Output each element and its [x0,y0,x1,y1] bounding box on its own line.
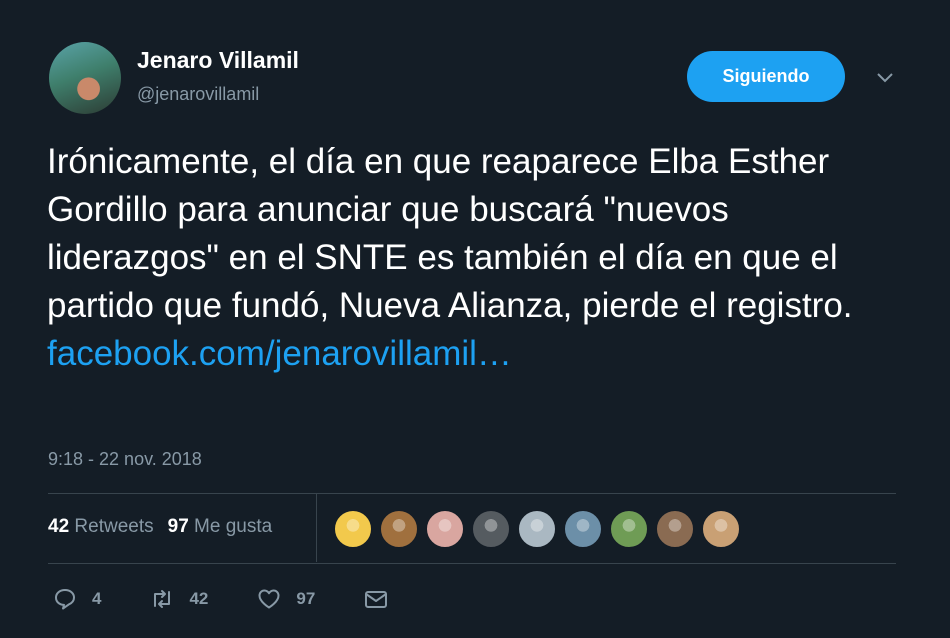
tweet-stats: 42 Retweets 97 Me gusta [48,516,272,538]
following-button[interactable]: Siguiendo [687,51,845,102]
liker-avatar-1[interactable] [334,510,372,548]
author-name[interactable]: Jenaro Villamil [137,47,299,74]
liker-avatar-6[interactable] [564,510,602,548]
retweet-icon [154,590,171,608]
likes-stat[interactable]: 97 Me gusta [168,516,273,537]
author-avatar[interactable] [49,42,121,114]
retweets-label: Retweets [74,516,154,537]
liker-avatars [334,510,748,548]
retweets-stat[interactable]: 42 Retweets [48,516,154,537]
retweet-count: 42 [189,589,209,608]
heart-icon [258,589,280,609]
likes-label: Me gusta [194,516,273,537]
envelope-icon [365,591,388,608]
tweet-body: Irónicamente, el día en que reaparece El… [47,142,853,325]
tweet-card: Jenaro Villamil @jenarovillamil Siguiend… [0,0,950,638]
liker-avatar-7[interactable] [610,510,648,548]
like-button[interactable]: 97 [256,586,315,612]
stats-separator [316,494,317,562]
retweet-button[interactable]: 42 [149,586,208,612]
liker-avatar-8[interactable] [656,510,694,548]
liker-avatar-3[interactable] [426,510,464,548]
liker-avatar-4[interactable] [472,510,510,548]
tweet-timestamp[interactable]: 9:18 - 22 nov. 2018 [48,449,202,470]
liker-avatar-5[interactable] [518,510,556,548]
message-button[interactable] [363,586,403,612]
reply-icon [55,589,75,610]
author-handle[interactable]: @jenarovillamil [137,84,259,105]
liker-avatar-2[interactable] [380,510,418,548]
likes-count: 97 [167,516,189,537]
divider-top [48,493,896,494]
tweet-text: Irónicamente, el día en que reaparece El… [47,138,907,378]
reply-button[interactable]: 4 [52,586,101,612]
divider-bottom [48,563,896,564]
action-bar: 4 42 97 [52,586,451,612]
liker-avatar-9[interactable] [702,510,740,548]
tweet-link[interactable]: facebook.com/jenarovillamil… [47,330,907,378]
chevron-down-icon[interactable] [874,66,896,88]
like-count: 97 [296,589,316,608]
retweets-count: 42 [48,516,70,537]
reply-count: 4 [92,589,102,608]
